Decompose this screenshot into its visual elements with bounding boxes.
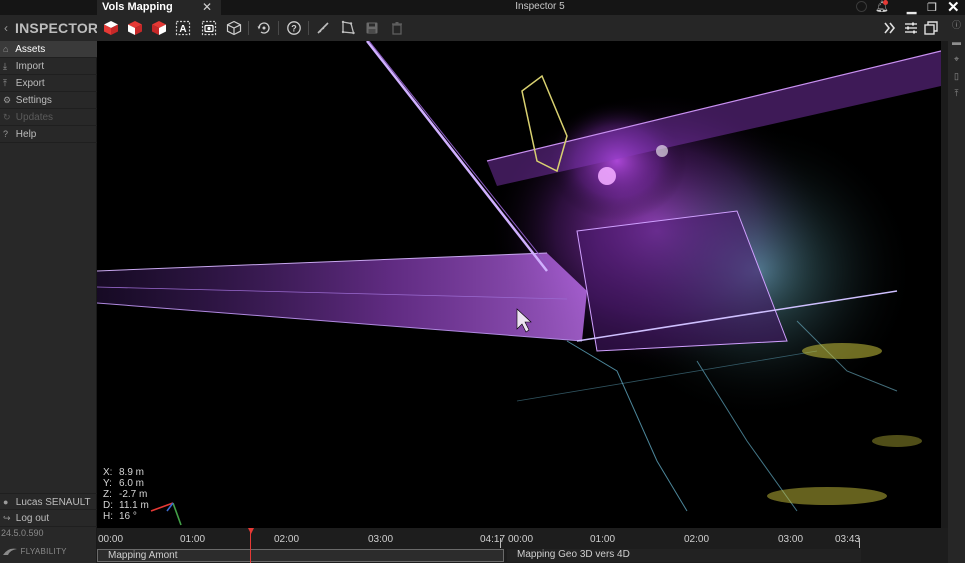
- upload-icon: ⤒: [3, 78, 7, 88]
- sidebar-item-label: Export: [15, 78, 45, 89]
- sidebar-item-export[interactable]: ⤒ Export: [0, 75, 97, 92]
- sidebar-item-updates: ↻ Updates: [0, 109, 97, 126]
- location-pin-icon[interactable]: ⌖: [951, 54, 962, 65]
- coord-h: H: 16 °: [103, 511, 137, 522]
- playhead-handle[interactable]: [248, 528, 254, 534]
- viewport-scrollbar[interactable]: [941, 41, 948, 563]
- logout-button[interactable]: ↪ Log out: [0, 510, 97, 527]
- coordinates-readout: X: 8.9 m Y: 6.0 m Z: -2.7 m D: 11.1 m H: 16 °: [103, 467, 149, 522]
- time-tick: 03:43: [835, 534, 861, 545]
- logout-label: Log out: [15, 513, 50, 524]
- time-tick: 02:00: [274, 534, 300, 545]
- folder-icon[interactable]: ▬: [951, 37, 962, 48]
- sliders-icon[interactable]: [902, 19, 920, 37]
- user-account[interactable]: ● Lucas SENAULT: [0, 493, 97, 510]
- user-icon: ●: [3, 497, 9, 507]
- text-box-icon[interactable]: A: [174, 19, 192, 37]
- restore-icon[interactable]: ❐: [927, 1, 937, 14]
- minimize-icon[interactable]: ▁: [907, 0, 916, 14]
- right-icon-strip: ⓘ ▬ ⌖ ▯ ⤒: [948, 15, 965, 563]
- tab-vols-mapping[interactable]: Vols Mapping ✕: [97, 0, 221, 15]
- version-label: 24.5.0.590: [1, 528, 44, 538]
- polygon-icon[interactable]: [339, 19, 357, 37]
- time-tick: 01:00: [590, 534, 616, 545]
- sidebar-item-settings[interactable]: ⚙ Settings: [0, 92, 97, 109]
- cube-top-icon[interactable]: [150, 19, 168, 37]
- coord-d: D: 11.1 m: [103, 500, 149, 511]
- gear-icon: ⚙: [3, 95, 12, 105]
- brand-text: INSPECTOR: [15, 20, 99, 36]
- svg-text:A: A: [179, 24, 186, 35]
- sidebar-item-help[interactable]: ? Help: [0, 126, 97, 143]
- sidebar-item-assets[interactable]: ⌂ Assets: [0, 41, 97, 58]
- cube-side-icon[interactable]: [126, 19, 144, 37]
- toolbar-separator: [308, 21, 309, 35]
- close-window-icon[interactable]: ✕: [947, 0, 960, 16]
- home-icon: ⌂: [3, 44, 9, 54]
- company-name: FLYABILITY: [20, 547, 67, 557]
- user-name: Lucas SENAULT: [15, 497, 91, 508]
- sidebar: ⌂ Assets ⤓ Import ⤒ Export ⚙ Settings ↻ …: [0, 41, 97, 563]
- point-cloud: [97, 41, 941, 528]
- info-icon[interactable]: ⓘ: [951, 20, 962, 31]
- ruler-icon[interactable]: [314, 19, 332, 37]
- cube-wireframe-icon[interactable]: [225, 19, 243, 37]
- export-icon[interactable]: ⤒: [951, 88, 962, 99]
- coord-y: Y: 6.0 m: [103, 478, 145, 489]
- time-tick: 04:17: [480, 534, 506, 545]
- trash-icon[interactable]: [388, 19, 406, 37]
- time-tick: 00:00: [508, 534, 534, 545]
- svg-text:?: ?: [291, 24, 297, 34]
- track-name: Mapping Geo 3D vers 4D: [517, 549, 630, 560]
- track-end-marker: [859, 538, 860, 548]
- spinner-icon: [856, 1, 867, 12]
- time-tick: 02:00: [684, 534, 710, 545]
- flyability-logo-icon: [3, 548, 17, 555]
- refresh-icon: ↻: [3, 112, 11, 122]
- toolbar-separator: [278, 21, 279, 35]
- app-brand[interactable]: ‹ INSPECTOR: [0, 15, 99, 41]
- download-icon: ⤓: [3, 61, 7, 71]
- rotate-view-icon[interactable]: [255, 19, 273, 37]
- 3d-viewport[interactable]: X: 8.9 m Y: 6.0 m Z: -2.7 m D: 11.1 m H: 16 °: [97, 41, 941, 528]
- sidebar-item-label: Import: [15, 61, 45, 72]
- sidebar-item-label: Settings: [15, 95, 52, 106]
- track-name: Mapping Amont: [108, 550, 178, 561]
- sidebar-item-label: Updates: [15, 112, 54, 123]
- save-icon[interactable]: [363, 19, 381, 37]
- cube-solid-icon[interactable]: [102, 19, 120, 37]
- toolbar: A ?: [97, 15, 965, 41]
- tab-close-icon[interactable]: ✕: [202, 0, 212, 14]
- timeline[interactable]: 00:00 01:00 02:00 03:00 04:17 Mapping Am…: [97, 528, 948, 563]
- sidebar-item-label: Help: [15, 129, 37, 140]
- help-circle-icon[interactable]: ?: [285, 19, 303, 37]
- camera-icon[interactable]: [200, 19, 218, 37]
- notification-badge: [883, 0, 888, 5]
- track-bar-mapping-amont[interactable]: Mapping Amont: [97, 549, 504, 562]
- toolbar-separator: [248, 21, 249, 35]
- back-chevron-icon[interactable]: ‹: [4, 21, 8, 35]
- sidebar-item-label: Assets: [15, 44, 46, 55]
- time-tick: 00:00: [98, 534, 124, 545]
- time-tick: 03:00: [778, 534, 804, 545]
- track-end-marker: [500, 538, 501, 548]
- logout-icon: ↪: [3, 513, 11, 523]
- window-title: Inspector 5: [515, 1, 565, 12]
- windows-icon[interactable]: [922, 19, 940, 37]
- sidebar-item-import[interactable]: ⤓ Import: [0, 58, 97, 75]
- double-chevron-right-icon[interactable]: [881, 19, 899, 37]
- coord-x: X: 8.9 m: [103, 467, 145, 478]
- timeline-track[interactable]: 00:00 01:00 02:00 03:00 03:43 Mapping Ge…: [507, 528, 861, 563]
- timeline-track[interactable]: 00:00 01:00 02:00 03:00 04:17 Mapping Am…: [97, 528, 506, 563]
- tab-label: Vols Mapping: [102, 1, 173, 13]
- track-bar-mapping-geo[interactable]: Mapping Geo 3D vers 4D: [507, 549, 861, 562]
- help-icon: ?: [3, 129, 9, 139]
- time-tick: 01:00: [180, 534, 206, 545]
- document-icon[interactable]: ▯: [951, 71, 962, 82]
- company-logo: FLYABILITY: [2, 547, 67, 557]
- time-tick: 03:00: [368, 534, 394, 545]
- coord-z: Z: -2.7 m: [103, 489, 148, 500]
